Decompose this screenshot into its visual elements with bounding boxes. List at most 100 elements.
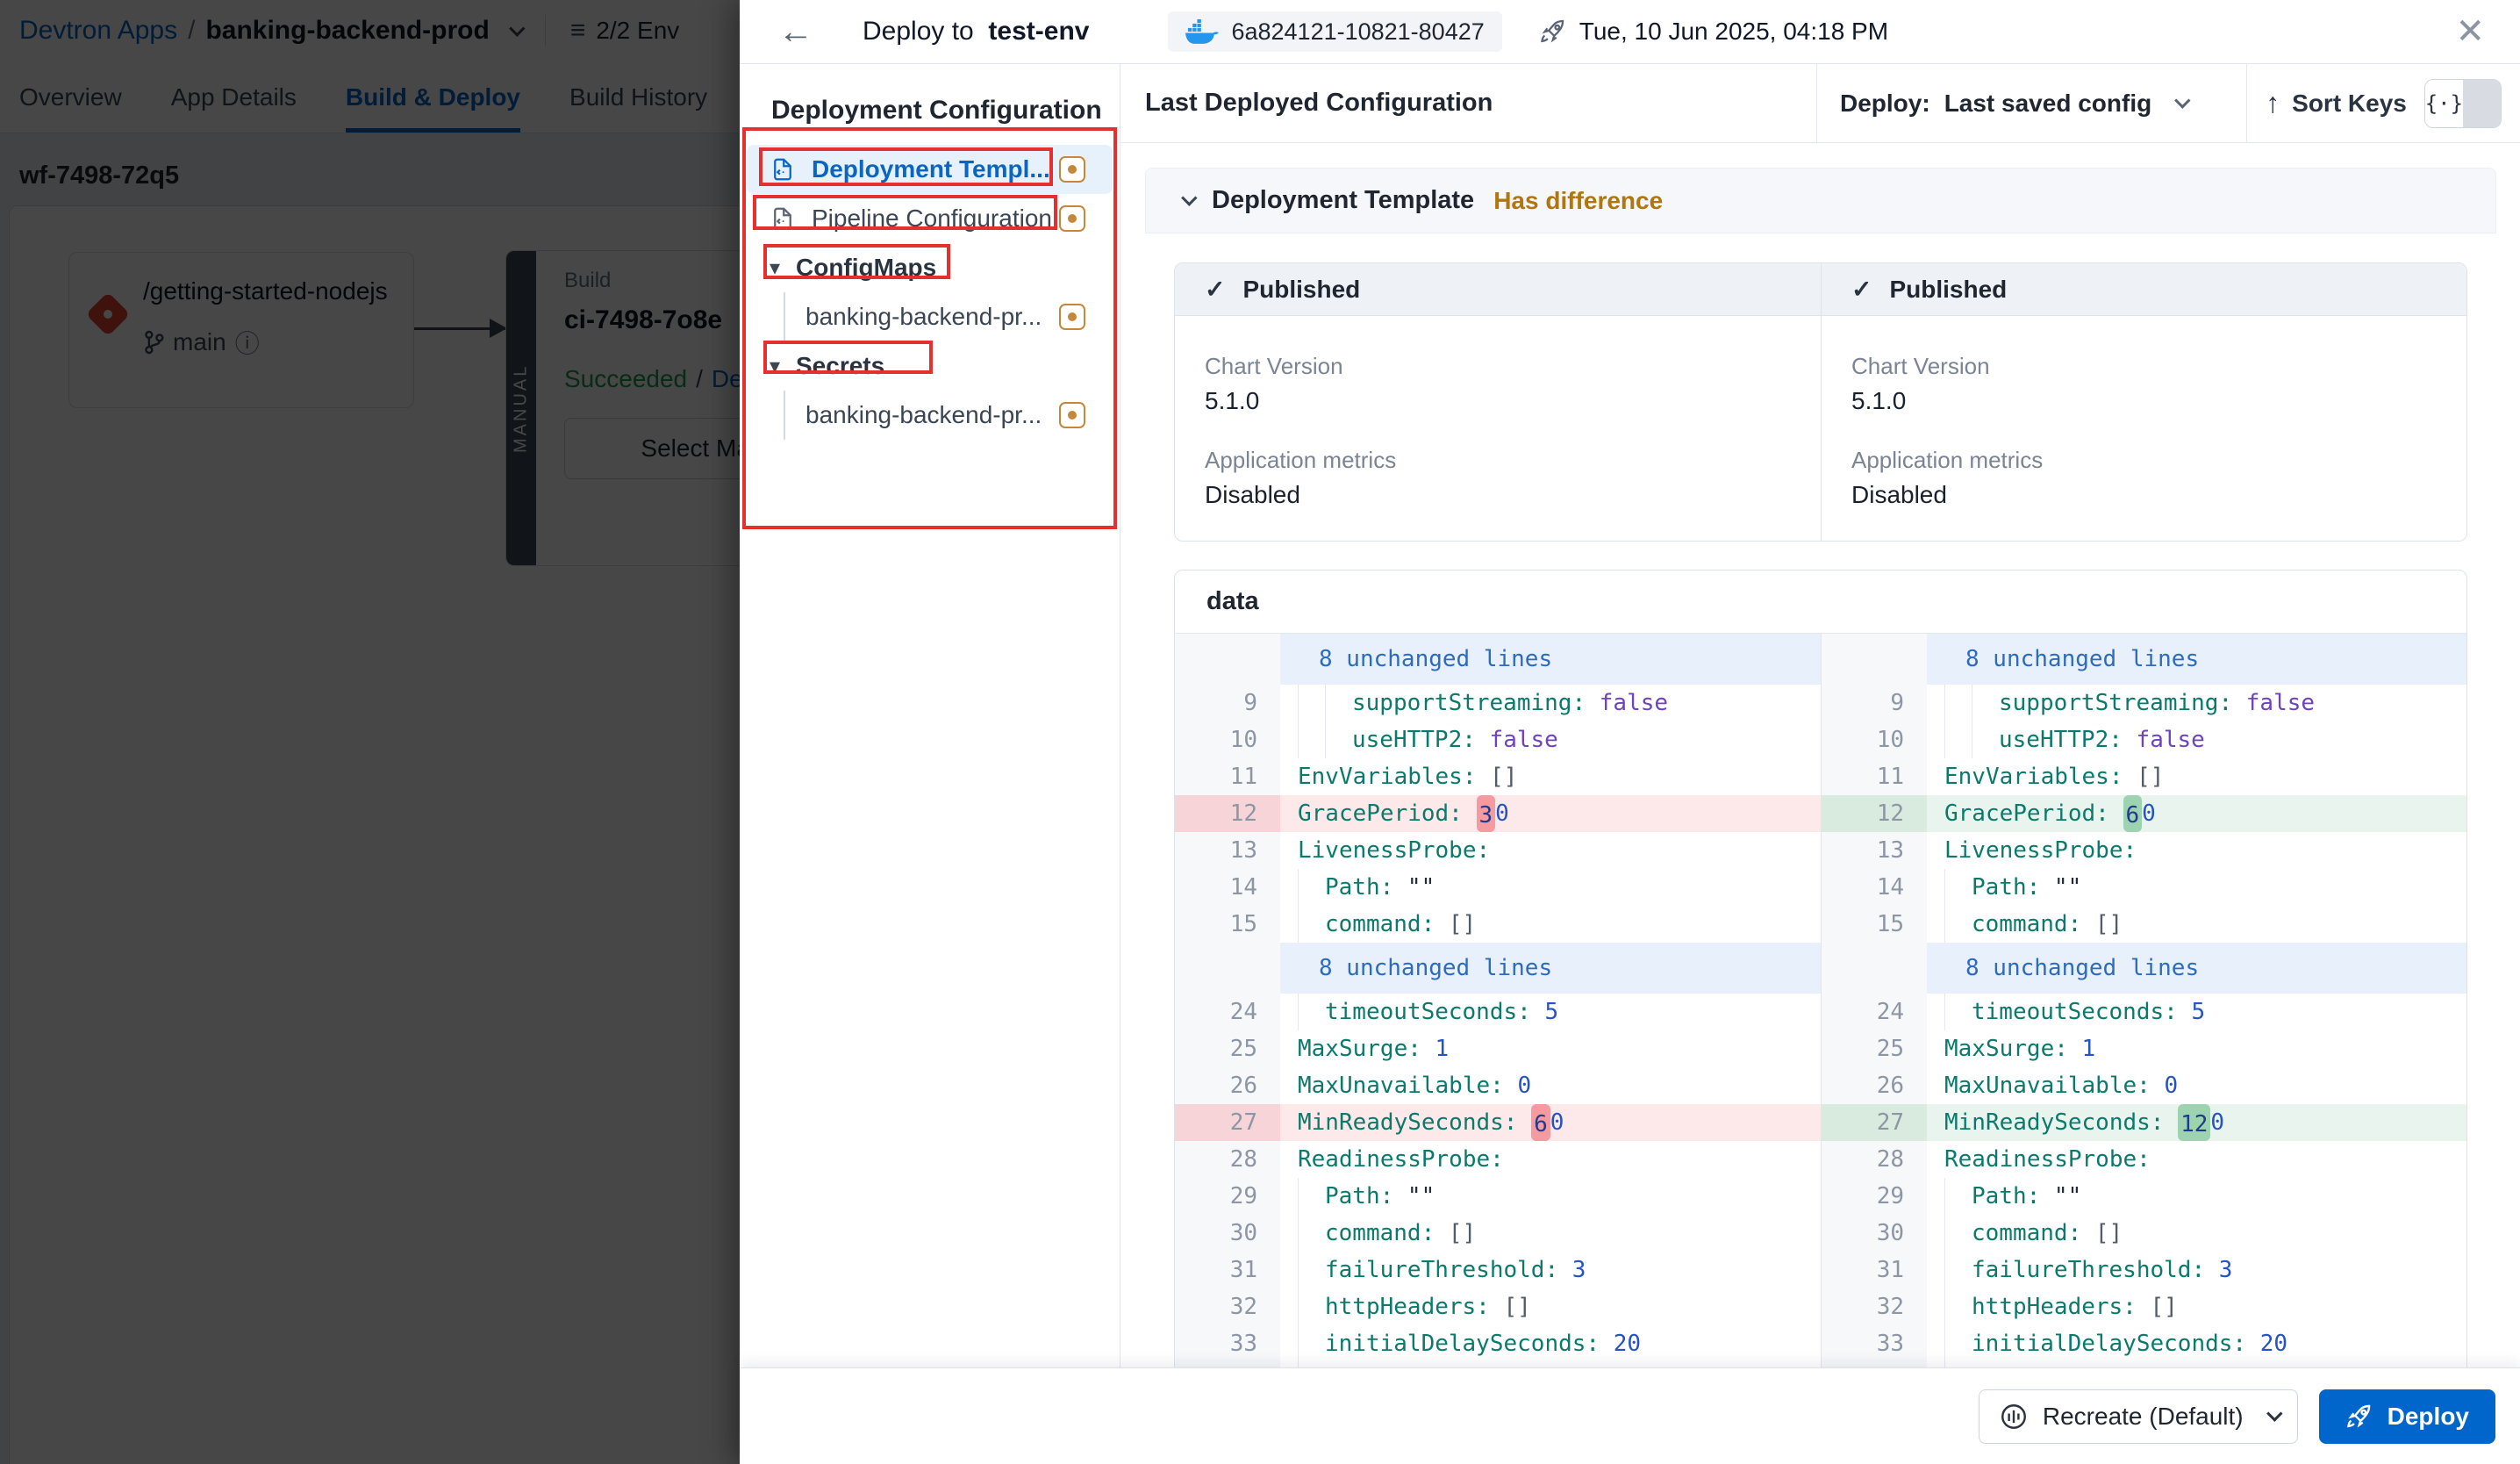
section-collapse-chevron-icon[interactable] [1181,190,1197,205]
code-token: 0 [2210,1104,2224,1141]
code-cell: MaxSurge: 1 [1927,1030,2466,1067]
yaml-diff-view: 8 unchanged lines9supportStreaming: fals… [1175,634,2466,1367]
sort-keys-button[interactable]: ↑ Sort Keys [2266,87,2407,119]
sidebar-item-label: banking-backend-pr... [805,401,1042,429]
diff-code-line: 15command: [] [1822,906,2466,943]
indent-guide [1325,685,1352,721]
indent-guide [1944,1288,1972,1325]
diff-code-line: 32httpHeaders: [] [1822,1288,2466,1325]
sidebar-group-configmaps[interactable]: ▾ ConfigMaps [740,243,1120,292]
line-number: 13 [1822,832,1927,869]
code-token: 20 [2260,1325,2287,1362]
deployment-config-sidebar: Deployment Configuration Deployment Temp… [740,64,1120,1367]
code-token: MaxUnavailable: [1298,1067,1517,1104]
diff-collapse-row[interactable]: 8 unchanged lines [1822,634,2466,685]
diff-code-line: 25MaxSurge: 1 [1822,1030,2466,1067]
unchanged-lines-toggle[interactable]: 8 unchanged lines [1944,634,2199,685]
diff-code-line: 28ReadinessProbe: [1175,1141,1821,1178]
code-token: 3 [1477,795,1496,832]
code-token: EnvVariables: [1298,758,1490,795]
tree-indent-rule [784,292,785,341]
line-number: 12 [1822,795,1927,832]
sidebar-item-secret-banking-backend[interactable]: banking-backend-pr... [740,391,1120,440]
code-token: 0 [2164,1067,2178,1104]
code-token: LivenessProbe: [1298,832,1490,869]
code-token: Path: [1972,1178,2054,1215]
publish-status: Published [1889,276,2007,304]
line-number: 14 [1822,869,1927,906]
code-token: MinReadySeconds: [1298,1104,1531,1141]
code-cell: GracePeriod: 60 [1927,795,2466,832]
code-token: command: [1325,906,1449,943]
indent-guide [1298,721,1325,758]
file-code-icon [770,156,796,183]
sidebar-item-pipeline-configuration[interactable]: Pipeline Configuration [740,194,1120,243]
line-number: 9 [1175,685,1280,721]
deploy-button[interactable]: Deploy [2319,1389,2495,1444]
line-number: 26 [1822,1067,1927,1104]
code-cell: MaxSurge: 1 [1280,1030,1821,1067]
diff-code-line: 24timeoutSeconds: 5 [1822,994,2466,1030]
docker-icon [1185,18,1219,45]
code-token: ReadinessProbe: [1298,1141,1504,1178]
indent-guide [1298,1178,1325,1215]
diff-code-line: 29Path: "" [1822,1178,2466,1215]
indent-guide [1944,1325,1972,1362]
check-icon: ✓ [1205,275,1225,304]
code-token: 1 [1435,1030,1450,1067]
line-number: 28 [1822,1141,1927,1178]
deployment-template-section-header[interactable]: Deployment Template Has difference [1145,168,2496,233]
back-arrow-icon[interactable]: ← [778,14,813,49]
config-diff-scroll-area[interactable]: Deployment Template Has difference ✓ Pub… [1120,143,2520,1367]
line-number: 27 [1175,1104,1280,1141]
indent-guide [1944,685,1972,721]
config-toolbar: Last Deployed Configuration Deploy: Last… [1120,64,2520,143]
line-number: 15 [1822,906,1927,943]
diff-collapse-row[interactable]: 8 unchanged lines [1822,943,2466,994]
unchanged-lines-toggle[interactable]: 8 unchanged lines [1944,943,2199,994]
unchanged-lines-toggle[interactable]: 8 unchanged lines [1298,634,1552,685]
collapse-triangle-icon[interactable]: ▾ [770,255,796,281]
line-number: 10 [1175,721,1280,758]
unchanged-lines-toggle[interactable]: 8 unchanged lines [1298,943,1552,994]
modal-title: Deploy to test-env [863,17,1089,47]
code-cell: 8 unchanged lines [1280,943,1821,994]
diff-collapse-row[interactable]: 8 unchanged lines [1175,634,1821,685]
sidebar-group-label: ConfigMaps [796,254,936,282]
sidebar-item-deployment-template[interactable]: Deployment Templ... [747,145,1113,194]
code-token: false [2246,685,2315,721]
sidebar-item-configmap-banking-backend[interactable]: banking-backend-pr... [740,292,1120,341]
code-token: 5 [2191,994,2205,1030]
rocket-icon [1539,18,1567,46]
code-token: failureThreshold: [1325,1252,1572,1288]
diff-code-line: 9supportStreaming: false [1822,685,2466,721]
line-number: 11 [1175,758,1280,795]
collapse-triangle-icon[interactable]: ▾ [770,354,796,379]
code-cell: LivenessProbe: [1280,832,1821,869]
sidebar-group-secrets[interactable]: ▾ Secrets [740,341,1120,391]
code-cell: supportStreaming: false [1280,685,1821,721]
close-icon[interactable]: ✕ [2455,11,2485,52]
deploy-config-dropdown[interactable]: Last saved config [1944,90,2187,118]
code-view-toggle[interactable]: {·} [2424,79,2502,128]
diff-collapse-row[interactable]: 8 unchanged lines [1175,943,1821,994]
line-number: 32 [1175,1288,1280,1325]
field-label: Chart Version [1205,353,1791,380]
code-token: useHTTP2: [1352,721,1490,758]
code-token: initialDelaySeconds: [1325,1325,1614,1362]
deploy-config-label: Deploy: [1840,90,1930,118]
indent-guide [1298,1215,1325,1252]
code-cell: Path: "" [1927,869,2466,906]
code-cell: initialDelaySeconds: 20 [1927,1325,2466,1362]
field-value: 5.1.0 [1205,387,1791,415]
diff-code-line: 33initialDelaySeconds: 20 [1822,1325,2466,1362]
code-cell: ReadinessProbe: [1280,1141,1821,1178]
deployment-strategy-button[interactable]: Recreate (Default) [1979,1389,2298,1444]
diff-code-line: 26MaxUnavailable: 0 [1822,1067,2466,1104]
code-token: command: [1972,1215,2095,1252]
code-editor-icon: {·} [2425,80,2463,127]
code-cell: useHTTP2: false [1280,721,1821,758]
code-token: 0 [1550,1104,1564,1141]
deploy-modal: ← Deploy to test-env 6a824121-10821-8042… [740,0,2520,1464]
code-token: [] [2137,758,2164,795]
